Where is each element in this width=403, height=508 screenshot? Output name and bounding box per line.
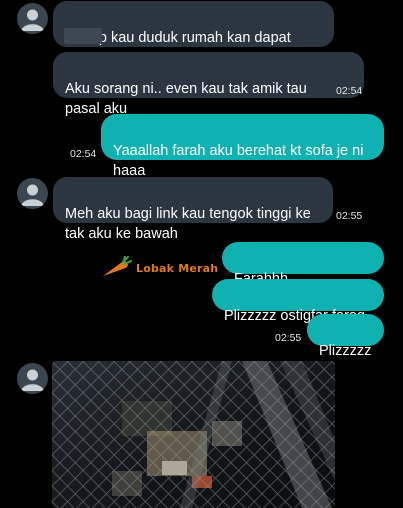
message-timestamp: 02:55: [336, 210, 363, 222]
message-timestamp: 02:54: [70, 148, 97, 160]
redacted-text: [64, 28, 102, 44]
watermark-logo: Lobak Merah: [100, 256, 218, 280]
message-text: Plizzzzz: [319, 343, 372, 359]
carrot-icon: [103, 256, 132, 276]
person-icon: [21, 9, 44, 31]
photo-message[interactable]: [52, 361, 335, 508]
person-icon: [21, 369, 44, 391]
message-timestamp: 02:55: [275, 332, 302, 344]
outgoing-message[interactable]: Farahhh stopppppppp: [222, 242, 384, 307]
contact-avatar[interactable]: [17, 363, 48, 394]
contact-avatar[interactable]: [17, 3, 48, 34]
outgoing-message[interactable]: Plizzzzz ostigfar farag: [212, 279, 384, 324]
balcony-mesh-photo: [52, 361, 335, 508]
message-text: Meh aku bagi link kau tengok tinggi ke t…: [65, 206, 311, 242]
incoming-message[interactable]: Meh aku bagi link kau tengok tinggi ke t…: [53, 177, 333, 242]
incoming-message[interactable]: Aku sorang ni.. even kau tak amik tau pa…: [53, 52, 364, 117]
message-timestamp: 02:54: [336, 85, 363, 97]
message-text: Aku sorang ni.. even kau tak amik tau pa…: [65, 81, 307, 117]
contact-avatar[interactable]: [17, 178, 48, 209]
outgoing-message[interactable]: Plizzzzz: [307, 314, 384, 359]
person-icon: [21, 184, 44, 206]
watermark-text: Lobak Merah: [136, 261, 219, 275]
message-text: Yaaallah farah aku berehat kt sofa je ni…: [113, 143, 364, 179]
outgoing-message[interactable]: Yaaallah farah aku berehat kt sofa je ni…: [101, 114, 384, 179]
